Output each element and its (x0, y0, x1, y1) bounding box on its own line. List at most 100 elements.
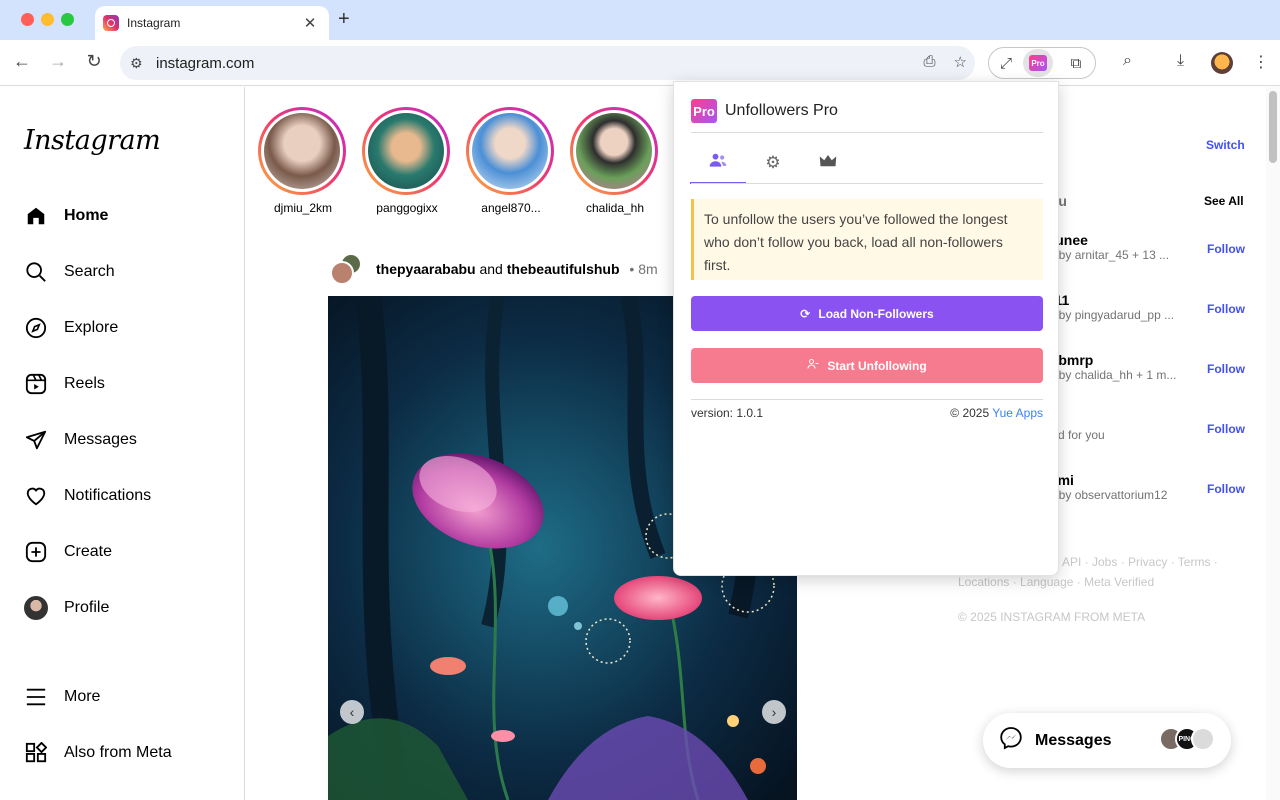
version-text: version: 1.0.1 (691, 406, 764, 420)
divider (691, 183, 1043, 184)
suggestion-reason: ed by arnitar_45 + 13 ... (1042, 248, 1170, 262)
pro-logo-icon: Pro (691, 99, 717, 123)
refresh-icon: ⟳ (800, 306, 811, 321)
address-bar[interactable]: ⚙ instagram.com ⎙ ☆ (120, 46, 975, 80)
zoom-window-button[interactable] (61, 13, 74, 26)
suggestion-reason: ed by observattorium12 (1042, 488, 1168, 502)
popup-title: Unfollowers Pro (725, 102, 838, 119)
plus-square-icon (24, 540, 48, 564)
instagram-logo[interactable]: Instagram (24, 125, 161, 156)
profile-avatar[interactable] (1211, 52, 1233, 74)
suggestion-username[interactable]: in11 (1042, 292, 1174, 308)
kebab-menu-icon[interactable]: ⋮ (1253, 52, 1269, 72)
messages-avatars: PING (1159, 727, 1215, 751)
post-user-link[interactable]: thepyaarababu (376, 261, 476, 277)
post-user-link[interactable]: thebeautifulshub (507, 261, 620, 277)
switch-account-link[interactable]: Switch (1206, 138, 1245, 152)
instagram-sidebar: Instagram Home Search Explore Reels Mess… (0, 87, 245, 800)
follow-button[interactable]: Follow (1207, 482, 1245, 496)
nav-label: Explore (64, 319, 119, 336)
send-icon (24, 428, 48, 452)
nav-create[interactable]: Create (24, 538, 112, 566)
tab-search-icon[interactable]: ⌕ (1123, 52, 1132, 70)
nav-label: Create (64, 543, 113, 560)
story-name: panggogixx (376, 201, 438, 215)
load-non-followers-button[interactable]: ⟳ Load Non-Followers (691, 296, 1043, 331)
tab-premium[interactable] (800, 142, 856, 184)
suggestion-username[interactable]: _hbmrp (1042, 352, 1176, 368)
avatar (330, 261, 354, 285)
story-item[interactable]: angel870... (466, 107, 556, 215)
open-side-icon[interactable]: ⤢ (989, 49, 1023, 77)
start-unfollowing-button[interactable]: Start Unfollowing (691, 348, 1043, 383)
tab-title: Instagram (127, 16, 181, 30)
nav-label: Reels (64, 375, 105, 392)
download-icon[interactable]: ⤓ (1177, 52, 1184, 70)
new-tab-button[interactable]: + (338, 8, 350, 31)
nav-profile[interactable]: Profile (24, 594, 109, 622)
follow-button[interactable]: Follow (1207, 242, 1245, 256)
site-settings-icon[interactable]: ⚙ (130, 55, 148, 72)
tab-settings[interactable]: ⚙ (745, 142, 801, 184)
story-item[interactable]: panggogixx (362, 107, 452, 215)
pro-logo-icon: Pro (1029, 55, 1047, 71)
nav-home[interactable]: Home (24, 202, 108, 230)
extensions-puzzle-icon[interactable]: ⧉ (1059, 49, 1093, 77)
story-name: angel870... (481, 201, 541, 215)
post-avatars[interactable] (330, 253, 364, 285)
compass-icon (24, 316, 48, 340)
follow-button[interactable]: Follow (1207, 302, 1245, 316)
back-icon[interactable]: ← (10, 51, 34, 72)
divider (691, 132, 1043, 133)
unfollowers-pro-extension-button[interactable]: Pro (1023, 49, 1053, 77)
post-authors: thepyaarababu and thebeautifulshub • 8m (376, 261, 658, 277)
follow-button[interactable]: Follow (1207, 422, 1245, 436)
page-scrollbar[interactable] (1266, 87, 1280, 800)
reload-icon[interactable]: ↻ (82, 51, 106, 72)
bookmark-star-icon[interactable]: ☆ (954, 53, 967, 71)
footer-copyright: © 2025 INSTAGRAM FROM META (958, 610, 1146, 624)
popup-header: Pro Unfollowers Pro (691, 99, 838, 123)
post-header: thepyaarababu and thebeautifulshub • 8m (330, 253, 658, 285)
scrollbar-thumb[interactable] (1269, 91, 1277, 163)
instagram-favicon-icon (103, 15, 119, 31)
tab-users[interactable] (690, 142, 746, 184)
nav-search[interactable]: Search (24, 258, 115, 286)
browser-tab[interactable]: Instagram ✕ (95, 6, 329, 40)
nav-also-from-meta[interactable]: Also from Meta (24, 739, 172, 767)
copyright-icon: © (950, 406, 960, 420)
search-icon (24, 260, 48, 284)
story-item[interactable]: djmiu_2km (258, 107, 348, 215)
suggestion-username[interactable]: exmi (1042, 472, 1167, 488)
suggestion-item: in11 ed by pingyadarud_pp ... (1042, 292, 1174, 322)
follow-button[interactable]: Follow (1207, 362, 1245, 376)
nav-label: Notifications (64, 487, 152, 504)
post-and: and (479, 261, 503, 277)
crown-icon (819, 153, 837, 173)
carousel-next-button[interactable]: › (762, 700, 786, 724)
yue-apps-link[interactable]: Yue Apps (992, 406, 1043, 420)
nav-more[interactable]: More (24, 683, 100, 711)
popup-footer: version: 1.0.1 © 2025 Yue Apps (691, 406, 1043, 420)
messages-pill[interactable]: Messages PING (983, 713, 1231, 768)
suggestion-username[interactable]: arunee (1042, 232, 1169, 248)
nav-explore[interactable]: Explore (24, 314, 118, 342)
install-app-icon[interactable]: ⎙ (924, 53, 936, 71)
url-text[interactable]: instagram.com (156, 55, 254, 72)
nav-messages[interactable]: Messages (24, 426, 137, 454)
suggestion-item: exmi ed by observattorium12 (1042, 472, 1167, 502)
close-window-button[interactable] (21, 13, 34, 26)
story-name: djmiu_2km (273, 201, 333, 215)
minimize-window-button[interactable] (41, 13, 54, 26)
suggestion-item: arunee ed by arnitar_45 + 13 ... (1042, 232, 1169, 262)
nav-notifications[interactable]: Notifications (24, 482, 151, 510)
nav-reels[interactable]: Reels (24, 370, 105, 398)
nav-label: Messages (64, 431, 137, 448)
forward-icon[interactable]: → (46, 51, 70, 72)
tab-close-icon[interactable]: ✕ (301, 14, 319, 32)
avatar (24, 596, 48, 620)
carousel-prev-button[interactable]: ‹ (340, 700, 364, 724)
see-all-link[interactable]: See All (1204, 194, 1244, 208)
suggestion-reason: ed by chalida_hh + 1 m... (1042, 368, 1177, 382)
story-item[interactable]: chalida_hh (570, 107, 660, 215)
